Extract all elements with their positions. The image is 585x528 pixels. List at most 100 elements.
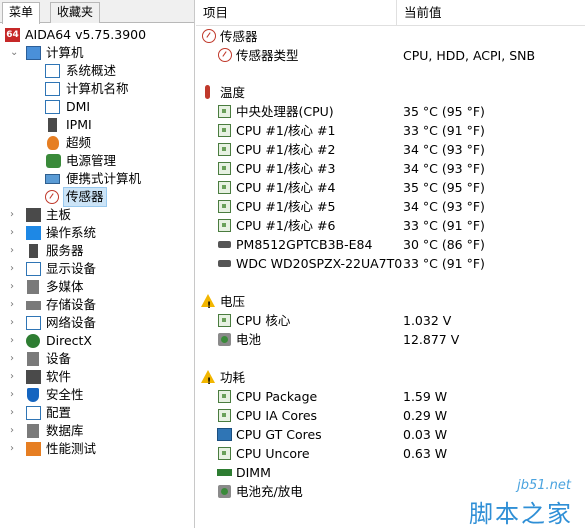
chevron-right-icon[interactable]: › bbox=[10, 224, 20, 242]
tree-node-computer[interactable]: ⌄ 计算机 bbox=[0, 44, 194, 62]
tree-item-ipmi[interactable]: IPMI bbox=[0, 116, 194, 134]
aida64-logo-icon: 64 bbox=[5, 28, 20, 42]
chevron-right-icon[interactable]: › bbox=[10, 278, 20, 296]
tree-node-database[interactable]: › 数据库 bbox=[0, 422, 194, 440]
table-row[interactable]: CPU #1/核心 #1 33 °C (91 °F) bbox=[196, 121, 585, 140]
gpu-icon bbox=[217, 428, 232, 441]
tree-root[interactable]: 64 AIDA64 v5.75.3900 bbox=[0, 26, 194, 44]
chevron-right-icon[interactable]: › bbox=[10, 350, 20, 368]
table-row[interactable]: WDC WD20SPZX-22UA7T0 33 °C (91 °F) bbox=[196, 254, 585, 273]
storage-icon bbox=[26, 301, 41, 310]
table-row[interactable]: CPU Uncore 0.63 W bbox=[196, 444, 585, 463]
section-title: 传感器 bbox=[220, 29, 258, 44]
tree-node-config[interactable]: › 配置 bbox=[0, 404, 194, 422]
tree-node-devices[interactable]: › 设备 bbox=[0, 350, 194, 368]
tree-node-label: 数据库 bbox=[46, 423, 84, 438]
tree-node-display[interactable]: › 显示设备 bbox=[0, 260, 194, 278]
cpu-icon bbox=[218, 124, 231, 137]
tree-node-directx[interactable]: › DirectX bbox=[0, 332, 194, 350]
tree-item-system-summary[interactable]: 系统概述 bbox=[0, 62, 194, 80]
config-icon bbox=[26, 406, 41, 420]
chevron-right-icon[interactable]: › bbox=[10, 440, 20, 458]
table-row[interactable]: CPU GT Cores 0.03 W bbox=[196, 425, 585, 444]
row-item: CPU 核心 bbox=[236, 313, 291, 328]
warning-icon: ! bbox=[201, 294, 216, 311]
table-row[interactable]: CPU #1/核心 #4 35 °C (95 °F) bbox=[196, 178, 585, 197]
tree-node-server[interactable]: › 服务器 bbox=[0, 242, 194, 260]
row-item: 电池 bbox=[236, 332, 262, 347]
chevron-right-icon[interactable]: › bbox=[10, 404, 20, 422]
watermark-url: jb51.net bbox=[517, 478, 571, 493]
table-row[interactable]: CPU Package 1.59 W bbox=[196, 387, 585, 406]
tree-node-label: 存储设备 bbox=[46, 297, 97, 312]
chevron-right-icon[interactable]: › bbox=[10, 206, 20, 224]
chevron-right-icon[interactable]: › bbox=[10, 386, 20, 404]
row-value: 35 °C (95 °F) bbox=[403, 180, 485, 195]
tree-item-overclock[interactable]: 超频 bbox=[0, 134, 194, 152]
row-item: CPU #1/核心 #6 bbox=[236, 218, 336, 233]
thermometer-icon bbox=[205, 85, 210, 99]
tree-node-multimedia[interactable]: › 多媒体 bbox=[0, 278, 194, 296]
table-row[interactable]: CPU #1/核心 #5 34 °C (93 °F) bbox=[196, 197, 585, 216]
battery-icon bbox=[218, 485, 231, 498]
tree-node-label: 性能测试 bbox=[46, 441, 97, 456]
tree-node-label: 安全性 bbox=[46, 387, 84, 402]
table-row[interactable]: 传感器类型 CPU, HDD, ACPI, SNB bbox=[196, 46, 585, 65]
table-row[interactable]: PM8512GPTCB3B-E84 30 °C (86 °F) bbox=[196, 235, 585, 254]
chevron-right-icon[interactable]: › bbox=[10, 260, 20, 278]
tree-item-sensor[interactable]: 传感器 bbox=[0, 187, 194, 207]
chevron-right-icon[interactable]: › bbox=[10, 296, 20, 314]
tree-item-label: 超频 bbox=[66, 135, 92, 150]
chevron-right-icon[interactable]: › bbox=[10, 314, 20, 332]
cpu-icon bbox=[218, 105, 231, 118]
tree-node-storage[interactable]: › 存储设备 bbox=[0, 296, 194, 314]
tree-item-computer-name[interactable]: 计算机名称 bbox=[0, 80, 194, 98]
tree-node-network[interactable]: › 网络设备 bbox=[0, 314, 194, 332]
tree-node-os[interactable]: › 操作系统 bbox=[0, 224, 194, 242]
table-row[interactable]: CPU #1/核心 #6 33 °C (91 °F) bbox=[196, 216, 585, 235]
row-value: 33 °C (91 °F) bbox=[403, 123, 485, 138]
tree-node-label: 服务器 bbox=[46, 243, 84, 258]
tree-item-label: 传感器 bbox=[63, 187, 107, 207]
column-header-item[interactable]: 项目 bbox=[203, 0, 228, 26]
computer-icon bbox=[26, 46, 41, 60]
chevron-right-icon[interactable]: › bbox=[10, 242, 20, 260]
column-divider[interactable] bbox=[396, 0, 397, 26]
row-value: 34 °C (93 °F) bbox=[403, 199, 485, 214]
tree-item-portable[interactable]: 便携式计算机 bbox=[0, 170, 194, 188]
table-row[interactable]: 电池 12.877 V bbox=[196, 330, 585, 349]
memory-icon bbox=[217, 469, 232, 476]
cpu-icon bbox=[218, 390, 231, 403]
gauge-icon bbox=[45, 190, 59, 204]
tree-item-power-management[interactable]: 电源管理 bbox=[0, 152, 194, 170]
tab-menu[interactable]: 菜单 bbox=[2, 2, 41, 24]
chevron-right-icon[interactable]: › bbox=[10, 368, 20, 386]
site-watermark: jb51.net 脚本之家 bbox=[443, 478, 573, 528]
chevron-right-icon[interactable]: › bbox=[10, 332, 20, 350]
table-row[interactable]: 中央处理器(CPU) 35 °C (95 °F) bbox=[196, 102, 585, 121]
tree-node-benchmark[interactable]: › 性能测试 bbox=[0, 440, 194, 458]
tree-node-security[interactable]: › 安全性 bbox=[0, 386, 194, 404]
cpu-icon bbox=[218, 409, 231, 422]
tree-node-motherboard[interactable]: › 主板 bbox=[0, 206, 194, 224]
table-row[interactable]: CPU 核心 1.032 V bbox=[196, 311, 585, 330]
row-item: WDC WD20SPZX-22UA7T0 bbox=[236, 256, 403, 271]
row-value: 1.032 V bbox=[403, 313, 452, 328]
chevron-down-icon[interactable]: ⌄ bbox=[10, 44, 20, 62]
disk-icon bbox=[218, 241, 231, 248]
battery-icon bbox=[218, 333, 231, 346]
table-row[interactable]: CPU IA Cores 0.29 W bbox=[196, 406, 585, 425]
network-icon bbox=[26, 316, 41, 330]
section-header-sensor: 传感器 bbox=[196, 27, 585, 46]
table-row[interactable]: CPU #1/核心 #2 34 °C (93 °F) bbox=[196, 140, 585, 159]
row-value: 0.29 W bbox=[403, 408, 448, 423]
server-icon bbox=[29, 244, 38, 258]
table-row[interactable]: CPU #1/核心 #3 34 °C (93 °F) bbox=[196, 159, 585, 178]
tab-favorites[interactable]: 收藏夹 bbox=[50, 2, 101, 23]
tree-node-software[interactable]: › 软件 bbox=[0, 368, 194, 386]
chevron-right-icon[interactable]: › bbox=[10, 422, 20, 440]
column-header-value[interactable]: 当前值 bbox=[404, 0, 442, 26]
power-plug-icon bbox=[46, 154, 61, 168]
gauge-icon bbox=[202, 29, 216, 43]
tree-item-dmi[interactable]: DMI bbox=[0, 98, 194, 116]
